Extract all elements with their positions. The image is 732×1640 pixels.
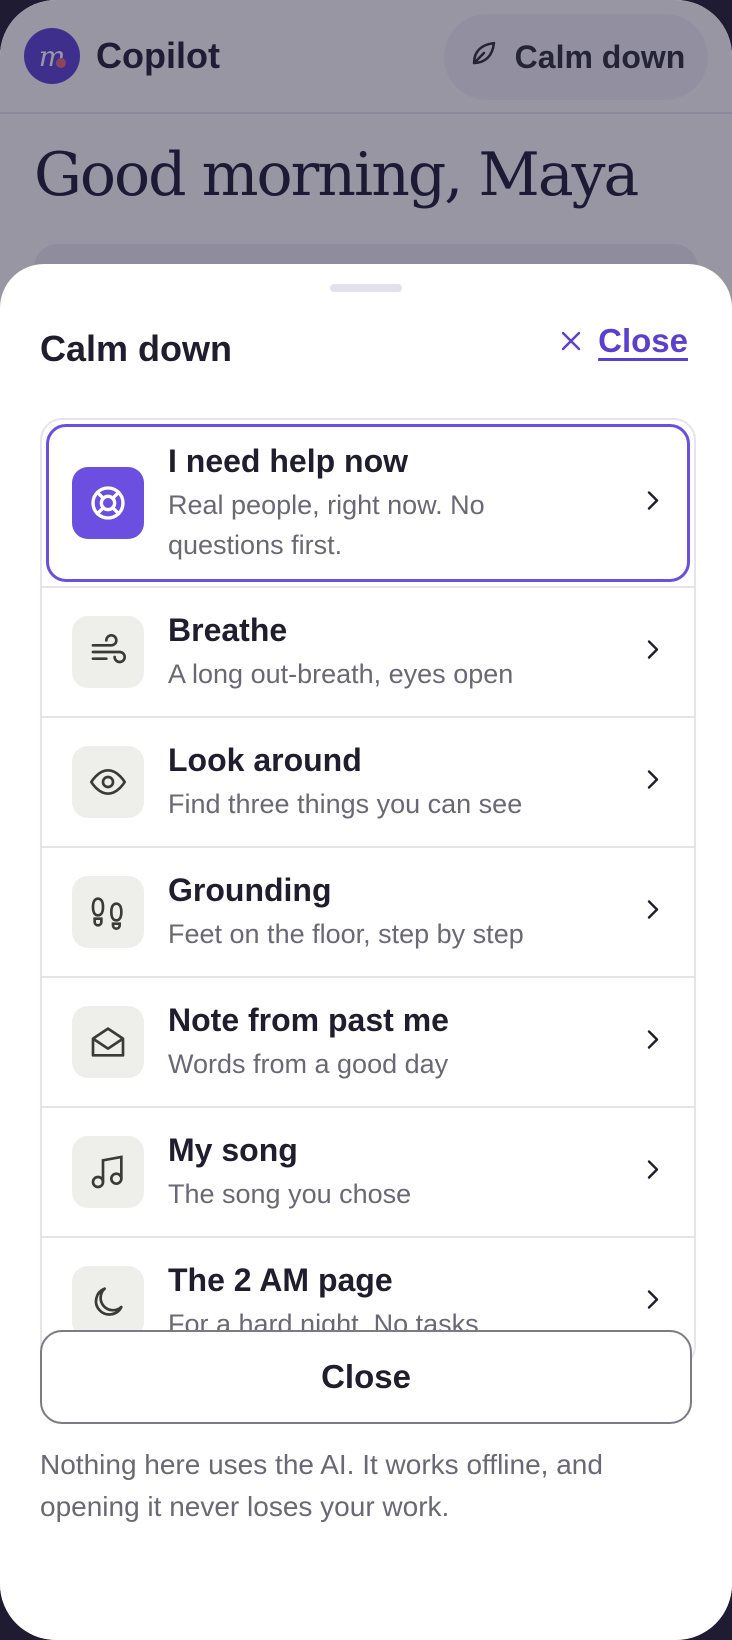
envelope-open-icon [72, 1006, 144, 1078]
device-frame: m Copilot Calm down Good morning, Maya C… [0, 0, 732, 1640]
chevron-right-icon [646, 490, 660, 517]
wind-icon [72, 616, 144, 688]
close-icon [560, 322, 582, 360]
option-help-now[interactable]: I need help now Real people, right now. … [42, 420, 694, 588]
option-title: Grounding [168, 872, 332, 908]
option-title: Note from past me [168, 1002, 449, 1038]
close-button[interactable]: Close [40, 1330, 692, 1424]
calm-down-sheet: Calm down Close I need help now Real peo… [0, 264, 732, 1640]
chevron-right-icon [646, 1029, 660, 1056]
option-note-from-past-me[interactable]: Note from past me Words from a good day [42, 978, 694, 1108]
calm-options-list: I need help now Real people, right now. … [40, 418, 696, 1368]
option-subtitle: Words from a good day [168, 1049, 449, 1079]
option-subtitle: The song you chose [168, 1179, 412, 1209]
option-grounding[interactable]: Grounding Feet on the floor, step by ste… [42, 848, 694, 978]
option-look-around[interactable]: Look around Find three things you can se… [42, 718, 694, 848]
chevron-right-icon [646, 1159, 660, 1186]
option-title: I need help now [168, 443, 409, 479]
option-title: Look around [168, 742, 362, 778]
footer-note: Nothing here uses the AI. It works offli… [40, 1449, 603, 1522]
option-breathe[interactable]: Breathe A long out-breath, eyes open [42, 588, 694, 718]
option-subtitle: Find three things you can see [168, 789, 523, 819]
option-title: My song [168, 1132, 298, 1168]
option-my-song[interactable]: My song The song you chose [42, 1108, 694, 1238]
chevron-right-icon [646, 769, 660, 796]
music-note-icon [72, 1136, 144, 1208]
chevron-right-icon [646, 899, 660, 926]
option-title: The 2 AM page [168, 1262, 393, 1298]
option-subtitle: Feet on the floor, step by step [168, 919, 524, 949]
footprints-icon [72, 876, 144, 948]
lifebuoy-icon [72, 467, 144, 539]
sheet-title: Calm down [40, 328, 233, 369]
chevron-right-icon [646, 639, 660, 666]
chevron-right-icon [646, 1289, 660, 1316]
close-link-label: Close [598, 322, 688, 359]
close-link[interactable]: Close [560, 322, 688, 360]
option-subtitle: Real people, right now. No questions fir… [168, 490, 485, 560]
option-subtitle: A long out-breath, eyes open [168, 659, 514, 689]
option-title: Breathe [168, 612, 288, 648]
eye-icon [72, 746, 144, 818]
sheet-grabber[interactable] [330, 284, 402, 292]
moon-icon [72, 1266, 144, 1338]
